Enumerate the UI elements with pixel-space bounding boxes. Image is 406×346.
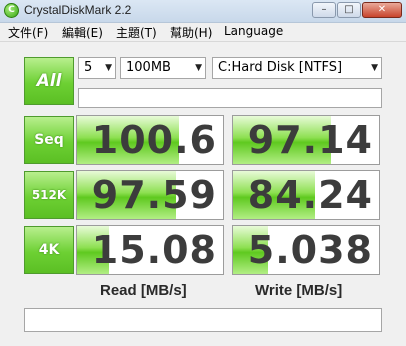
- seq-button[interactable]: Seq: [24, 116, 74, 164]
- write-column-label: Write [MB/s]: [255, 282, 343, 299]
- 512k-read-result: 97.59: [76, 170, 224, 220]
- 4k-read-result: 15.08: [76, 225, 224, 275]
- 4k-read-value: 15.08: [91, 228, 217, 272]
- 512k-button-label: 512K: [31, 188, 67, 202]
- seq-write-value: 97.14: [247, 118, 373, 162]
- test-size-value: 100MB: [126, 60, 171, 75]
- all-button-label: All: [36, 71, 62, 91]
- chevron-down-icon: ▼: [105, 63, 112, 73]
- title-bar[interactable]: C CrystalDiskMark 2.2 – □ ✕: [0, 0, 406, 23]
- menu-bar: 文件(F) 編輯(E) 主題(T) 幫助(H) Language: [0, 23, 406, 42]
- 512k-button[interactable]: 512K: [24, 171, 74, 219]
- 4k-write-value: 5.038: [247, 228, 373, 272]
- 512k-write-value: 84.24: [247, 173, 373, 217]
- 4k-button-label: 4K: [38, 242, 60, 258]
- window-title: CrystalDiskMark 2.2: [24, 3, 132, 17]
- drive-value: C:Hard Disk [NTFS]: [218, 60, 343, 75]
- drive-select[interactable]: C:Hard Disk [NTFS] ▼: [212, 57, 382, 79]
- 512k-read-value: 97.59: [91, 173, 217, 217]
- main-panel: All 5 ▼ 100MB ▼ C:Hard Disk [NTFS] ▼ Seq…: [6, 46, 398, 342]
- close-button[interactable]: ✕: [362, 2, 402, 18]
- test-size-select[interactable]: 100MB ▼: [120, 57, 206, 79]
- seq-write-result: 97.14: [232, 115, 380, 165]
- crystaldiskmark-window: C CrystalDiskMark 2.2 – □ ✕ 文件(F) 編輯(E) …: [0, 0, 406, 346]
- read-column-label: Read [MB/s]: [100, 282, 187, 299]
- menu-language[interactable]: Language: [224, 24, 283, 38]
- menu-help[interactable]: 幫助(H): [170, 24, 212, 41]
- seq-read-value: 100.6: [91, 118, 217, 162]
- 4k-write-result: 5.038: [232, 225, 380, 275]
- test-count-select[interactable]: 5 ▼: [78, 57, 116, 79]
- minimize-button[interactable]: –: [312, 2, 336, 18]
- menu-file[interactable]: 文件(F): [8, 24, 48, 41]
- menu-edit[interactable]: 編輯(E): [62, 24, 103, 41]
- chevron-down-icon: ▼: [371, 63, 378, 73]
- menu-theme[interactable]: 主題(T): [116, 24, 157, 41]
- 512k-write-result: 84.24: [232, 170, 380, 220]
- seq-read-result: 100.6: [76, 115, 224, 165]
- seq-button-label: Seq: [34, 132, 64, 148]
- comment-field[interactable]: [78, 88, 382, 108]
- 4k-button[interactable]: 4K: [24, 226, 74, 274]
- status-field: [24, 308, 382, 332]
- app-logo-icon: C: [4, 3, 19, 18]
- maximize-button[interactable]: □: [337, 2, 361, 18]
- all-button[interactable]: All: [24, 57, 74, 105]
- chevron-down-icon: ▼: [195, 63, 202, 73]
- test-count-value: 5: [84, 60, 93, 75]
